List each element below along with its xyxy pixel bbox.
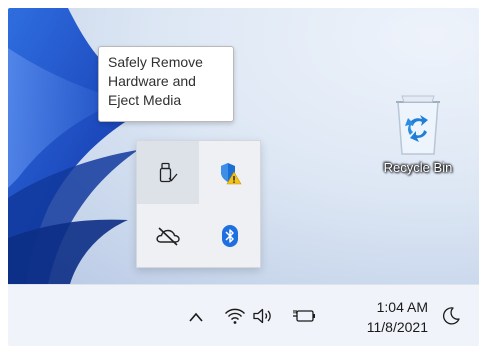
taskbar-clock[interactable]: 1:04 AM 11/8/2021 <box>352 297 428 337</box>
tooltip-safely-remove-hardware: Safely Remove Hardware and Eject Media <box>98 46 234 122</box>
battery-button[interactable] <box>290 303 318 329</box>
tray-overflow-flyout <box>136 140 261 268</box>
focus-assist-button[interactable] <box>438 303 464 329</box>
tooltip-line-3: Eject Media <box>108 92 182 108</box>
tray-onedrive[interactable] <box>137 204 199 267</box>
usb-drive-icon <box>159 162 178 182</box>
onedrive-icon <box>156 226 180 246</box>
clock-time: 1:04 AM <box>376 299 428 315</box>
tray-windows-security[interactable] <box>199 141 261 204</box>
clock-date: 11/8/2021 <box>366 319 428 335</box>
windows-security-warning-icon <box>221 162 242 184</box>
wifi-icon <box>224 308 246 324</box>
bluetooth-icon <box>222 224 238 247</box>
tray-usb-drive[interactable] <box>137 141 199 204</box>
speaker-icon <box>253 308 271 324</box>
tray-bluetooth[interactable] <box>199 204 261 267</box>
screenshot-frame: Recycle Bin Safely Remove Hardware and E… <box>8 8 479 346</box>
network-button[interactable] <box>222 303 248 329</box>
recycle-bin-label: Recycle Bin <box>383 160 453 175</box>
recycle-bin-shortcut[interactable]: Recycle Bin <box>358 92 478 202</box>
battery-icon <box>293 310 315 322</box>
tooltip-line-2: Hardware and <box>108 73 196 89</box>
chevron-up-icon <box>189 312 203 322</box>
taskbar: 1:04 AM 11/8/2021 <box>8 284 479 346</box>
volume-button[interactable] <box>250 303 276 329</box>
tooltip-line-1: Safely Remove <box>108 54 203 70</box>
recycle-bin-icon <box>396 95 440 155</box>
desktop[interactable]: Recycle Bin Safely Remove Hardware and E… <box>8 8 479 284</box>
show-hidden-icons-button[interactable] <box>184 305 208 329</box>
moon-icon <box>442 307 460 325</box>
